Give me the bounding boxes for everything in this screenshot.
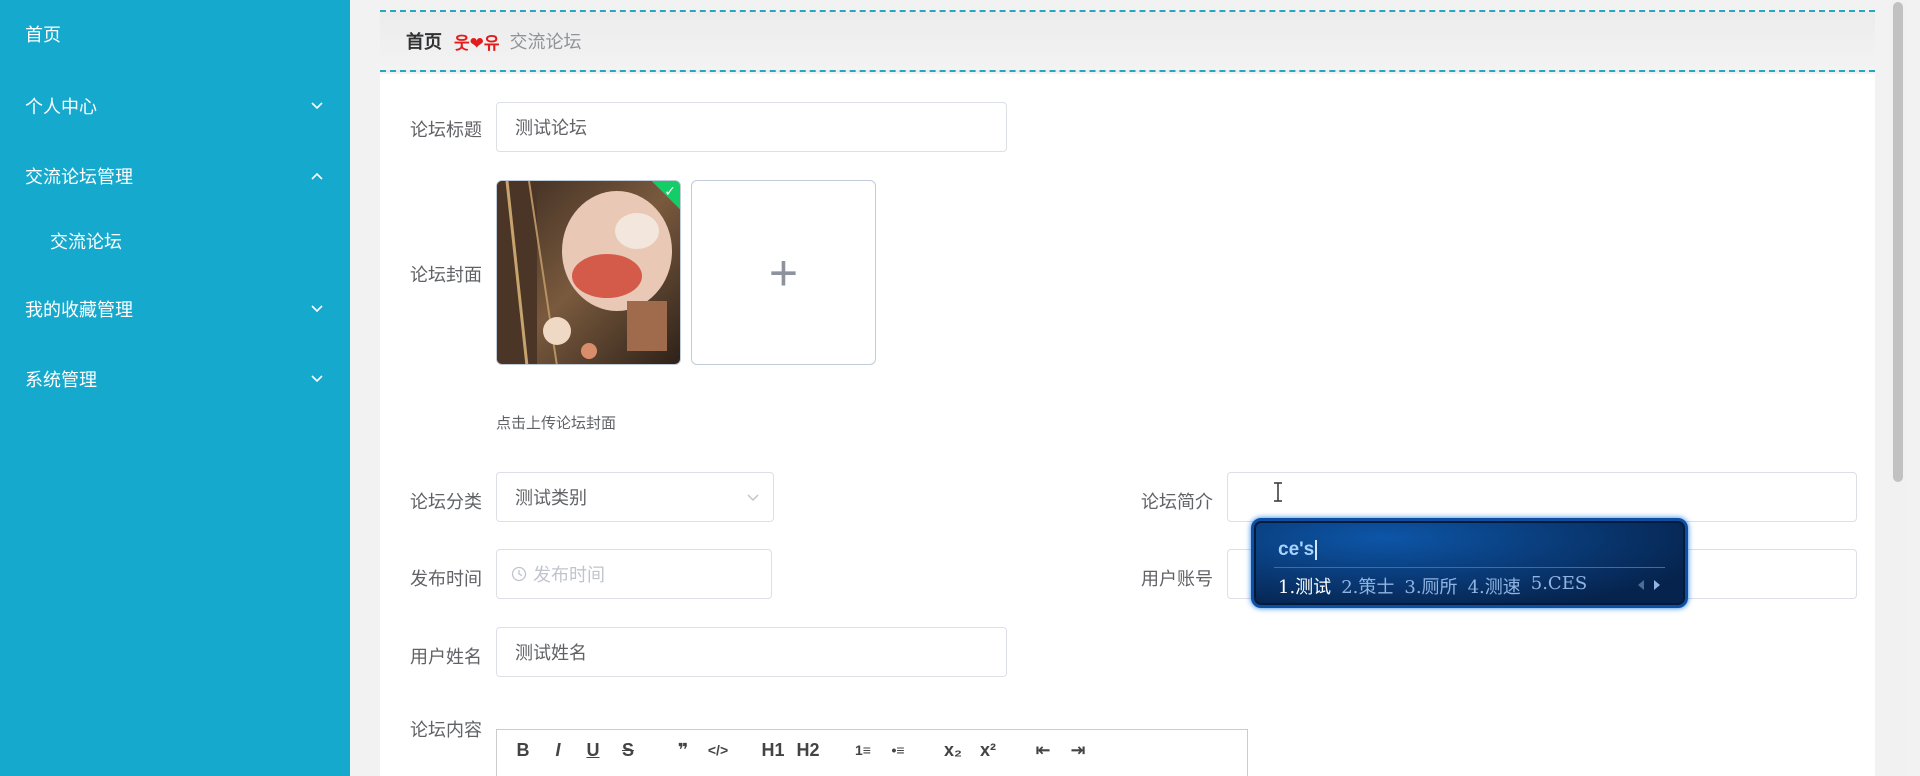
cover-image: [497, 181, 680, 364]
chevron-down-icon: [311, 102, 323, 110]
indent-button[interactable]: ⇥: [1064, 738, 1092, 762]
ime-candidate[interactable]: 5.CES: [1531, 573, 1587, 599]
content-label: 论坛内容: [410, 720, 482, 740]
strike-button[interactable]: S: [614, 738, 642, 762]
rich-text-editor[interactable]: B I U S ❞ </> H1 H2 1≡ •≡ x₂ x² ⇤ ⇥: [496, 729, 1248, 776]
breadcrumb-current: 交流论坛: [509, 32, 582, 52]
sidebar-item-forum-management[interactable]: 交流论坛管理: [0, 151, 350, 201]
sidebar-item-system-management[interactable]: 系统管理: [0, 354, 350, 404]
upload-cover-button[interactable]: +: [691, 180, 876, 365]
bold-button[interactable]: B: [509, 738, 537, 762]
chevron-down-icon: [747, 494, 759, 502]
sidebar-item-label: 我的收藏管理: [25, 300, 133, 320]
main-content: 首页 웃❤유 交流论坛 论坛标题 测试论坛 论坛封面 ✓ + 点击上传论坛封面 …: [350, 0, 1905, 776]
publish-time-picker[interactable]: 发布时间: [496, 549, 772, 599]
h1-button[interactable]: H1: [759, 738, 787, 762]
scrollbar-thumb[interactable]: [1893, 2, 1903, 482]
italic-button[interactable]: I: [544, 738, 572, 762]
check-icon: ✓: [664, 183, 676, 199]
name-label: 用户姓名: [410, 647, 482, 667]
ordered-list-button[interactable]: 1≡: [849, 738, 877, 762]
breadcrumb-separator: 웃❤유: [454, 33, 500, 53]
subscript-button[interactable]: x₂: [939, 738, 967, 762]
publish-time-label: 发布时间: [410, 569, 482, 589]
ime-next-page-icon[interactable]: [1653, 579, 1663, 591]
category-label: 论坛分类: [410, 492, 482, 512]
blockquote-button[interactable]: ❞: [669, 738, 697, 762]
bullet-list-button[interactable]: •≡: [884, 738, 912, 762]
sidebar-item-label: 交流论坛: [50, 232, 122, 252]
breadcrumb-home[interactable]: 首页: [406, 28, 442, 54]
category-select-value: 测试类别: [515, 488, 587, 508]
sidebar-item-label: 个人中心: [25, 97, 97, 117]
cover-image-thumbnail[interactable]: ✓: [496, 180, 681, 365]
ime-page-controls: [1635, 579, 1663, 591]
ime-composition: ce's: [1278, 539, 1318, 561]
cover-label: 论坛封面: [410, 265, 482, 285]
ime-candidate-window: ce's 1.测试 2.策士 3.厕所 4.测速 5.CES: [1251, 518, 1688, 608]
forum-form: 论坛标题 测试论坛 论坛封面 ✓ + 点击上传论坛封面 论坛分类 测试类别 论坛…: [380, 74, 1875, 776]
ime-candidate[interactable]: 4.测速: [1468, 573, 1521, 599]
breadcrumb: 首页 웃❤유 交流论坛: [380, 10, 1875, 72]
account-label: 用户账号: [1141, 569, 1213, 589]
ime-divider: [1274, 567, 1665, 568]
ime-candidate-list: 1.测试 2.策士 3.厕所 4.测速 5.CES: [1278, 573, 1587, 599]
sidebar-item-personal-center[interactable]: 个人中心: [0, 81, 350, 131]
title-label: 论坛标题: [410, 120, 482, 140]
code-button[interactable]: </>: [704, 738, 732, 762]
ime-candidate[interactable]: 1.测试: [1278, 573, 1331, 599]
ime-prev-page-icon[interactable]: [1635, 579, 1645, 591]
title-input[interactable]: 测试论坛: [496, 102, 1007, 152]
ime-composition-text: ce's: [1278, 539, 1315, 560]
name-input[interactable]: 测试姓名: [496, 627, 1007, 677]
scrollbar[interactable]: [1890, 0, 1905, 776]
publish-time-placeholder: 发布时间: [533, 565, 605, 585]
sidebar-item-home[interactable]: 首页: [0, 9, 350, 59]
category-select[interactable]: 测试类别: [496, 472, 774, 522]
sidebar-item-label: 交流论坛管理: [25, 167, 133, 187]
h2-button[interactable]: H2: [794, 738, 822, 762]
intro-label: 论坛简介: [1141, 492, 1213, 512]
sidebar-item-label: 首页: [25, 25, 61, 45]
chevron-down-icon: [311, 305, 323, 313]
ime-candidate[interactable]: 2.策士: [1341, 573, 1394, 599]
sidebar: 首页 个人中心 交流论坛管理 交流论坛 我的收藏管理 系统管理: [0, 0, 350, 776]
ime-candidate[interactable]: 3.厕所: [1404, 573, 1457, 599]
intro-input[interactable]: [1227, 472, 1857, 522]
sidebar-item-forum[interactable]: 交流论坛: [0, 216, 350, 266]
plus-icon: +: [768, 244, 799, 301]
sidebar-item-label: 系统管理: [25, 370, 97, 390]
sidebar-item-favorites-management[interactable]: 我的收藏管理: [0, 284, 350, 334]
superscript-button[interactable]: x²: [974, 738, 1002, 762]
ime-caret: [1315, 539, 1318, 560]
text-cursor-icon: [1274, 482, 1282, 502]
upload-tip: 点击上传论坛封面: [496, 415, 617, 432]
underline-button[interactable]: U: [579, 738, 607, 762]
outdent-button[interactable]: ⇤: [1029, 738, 1057, 762]
chevron-up-icon: [311, 172, 323, 180]
clock-icon: [511, 566, 527, 582]
chevron-down-icon: [311, 375, 323, 383]
